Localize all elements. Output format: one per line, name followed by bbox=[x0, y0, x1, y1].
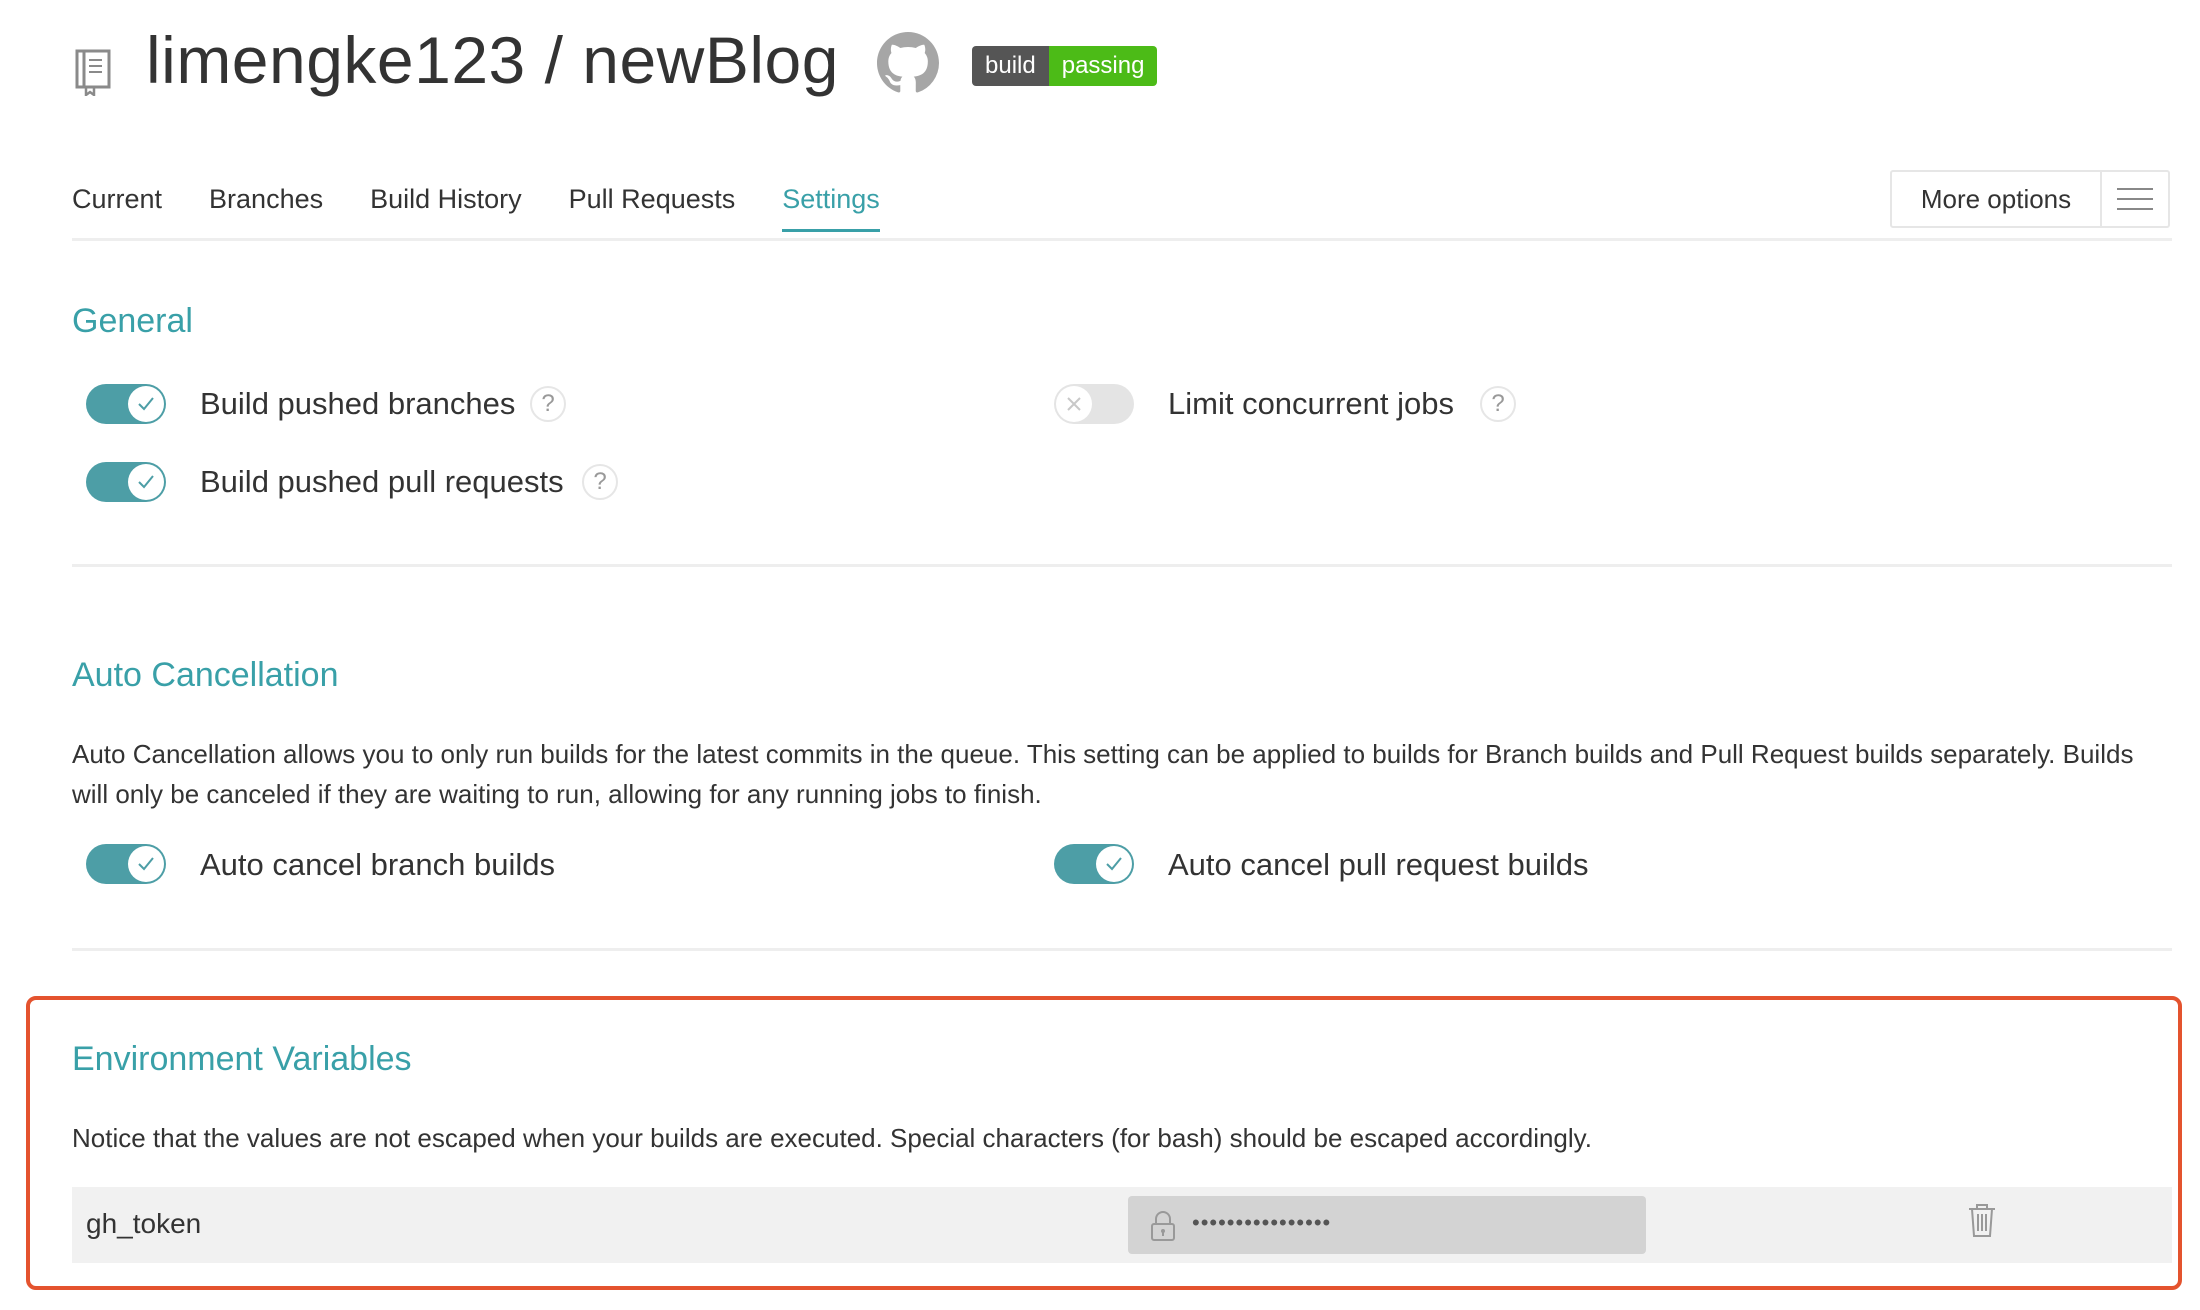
check-icon bbox=[128, 464, 164, 500]
help-icon[interactable]: ? bbox=[530, 386, 566, 422]
section-divider bbox=[72, 948, 2172, 951]
tab-build-history[interactable]: Build History bbox=[370, 184, 522, 232]
limit-concurrent-jobs-toggle[interactable] bbox=[1054, 384, 1134, 424]
repo-icon bbox=[75, 49, 111, 96]
auto-cancel-branch-builds-toggle[interactable] bbox=[86, 844, 166, 884]
hamburger-icon bbox=[2102, 172, 2168, 226]
general-section-title: General bbox=[72, 302, 193, 340]
environment-variables-notice: Notice that the values are not escaped w… bbox=[72, 1123, 1592, 1153]
env-var-row bbox=[72, 1187, 2172, 1263]
env-var-name: gh_token bbox=[86, 1208, 202, 1239]
build-pushed-pull-requests-toggle[interactable] bbox=[86, 462, 166, 502]
repo-tabs: Current Branches Build History Pull Requ… bbox=[72, 184, 927, 232]
auto-cancel-pull-request-builds-toggle[interactable] bbox=[1054, 844, 1134, 884]
check-icon bbox=[128, 386, 164, 422]
section-divider bbox=[72, 564, 2172, 567]
limit-concurrent-jobs-label: Limit concurrent jobs bbox=[1168, 386, 1455, 421]
trash-icon[interactable] bbox=[1966, 1202, 1998, 1238]
tab-pull-requests[interactable]: Pull Requests bbox=[569, 184, 736, 232]
build-pushed-branches-toggle[interactable] bbox=[86, 384, 166, 424]
build-pushed-pull-requests-label: Build pushed pull requests bbox=[200, 464, 564, 499]
env-var-value[interactable]: •••••••••••••••• bbox=[1128, 1196, 1646, 1254]
build-status-badge[interactable]: build passing bbox=[972, 46, 1158, 86]
auto-cancellation-section-title: Auto Cancellation bbox=[72, 656, 339, 694]
help-icon[interactable]: ? bbox=[582, 464, 618, 500]
repo-title[interactable]: limengke123 / newBlog bbox=[146, 22, 839, 98]
auto-cancel-pull-request-builds-label: Auto cancel pull request builds bbox=[1168, 847, 1589, 882]
more-options-button[interactable]: More options bbox=[1890, 170, 2170, 228]
env-var-masked-value: •••••••••••••••• bbox=[1192, 1210, 1332, 1235]
more-options-label: More options bbox=[1892, 172, 2102, 226]
tab-current[interactable]: Current bbox=[72, 184, 162, 232]
lock-icon bbox=[1151, 1211, 1175, 1241]
build-pushed-branches-label: Build pushed branches bbox=[200, 386, 516, 421]
check-icon bbox=[128, 846, 164, 882]
tabs-divider bbox=[72, 238, 2172, 241]
tab-settings[interactable]: Settings bbox=[782, 184, 880, 232]
auto-cancellation-description: Auto Cancellation allows you to only run… bbox=[72, 739, 2134, 809]
badge-label: build bbox=[972, 46, 1049, 86]
badge-status: passing bbox=[1048, 46, 1158, 86]
environment-variables-section-title: Environment Variables bbox=[72, 1040, 412, 1078]
github-icon[interactable] bbox=[877, 32, 939, 94]
auto-cancel-branch-builds-label: Auto cancel branch builds bbox=[200, 847, 556, 882]
help-icon[interactable]: ? bbox=[1480, 386, 1516, 422]
tab-branches[interactable]: Branches bbox=[209, 184, 323, 232]
x-icon bbox=[1056, 386, 1092, 422]
check-icon bbox=[1096, 846, 1132, 882]
